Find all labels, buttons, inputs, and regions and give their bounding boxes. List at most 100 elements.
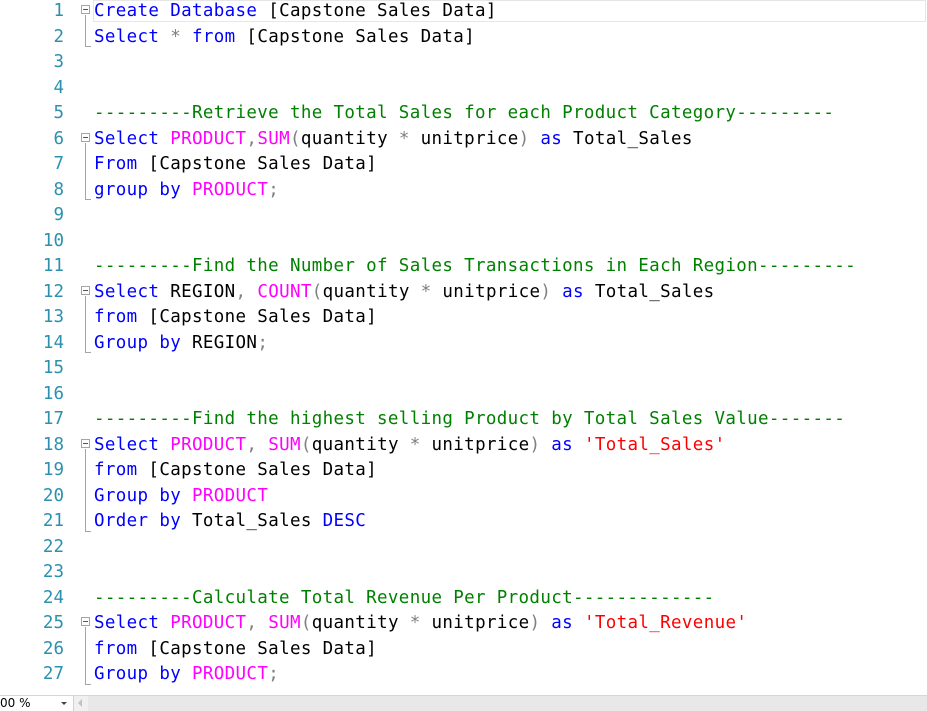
- code-text: from [Capstone Sales Data]: [94, 305, 377, 331]
- code-token: DESC: [322, 511, 367, 531]
- horizontal-scrollbar[interactable]: [88, 696, 927, 711]
- code-line[interactable]: 20 Group by PRODUCT: [0, 484, 927, 510]
- code-line[interactable]: 4: [0, 76, 927, 102]
- scroll-left-arrow-icon[interactable]: [78, 699, 82, 707]
- code-line[interactable]: 15: [0, 356, 927, 382]
- code-line[interactable]: 24 ---------Calculate Total Revenue Per P…: [0, 586, 927, 612]
- code-line[interactable]: 19 from [Capstone Sales Data]: [0, 458, 927, 484]
- line-number: 15: [42, 358, 64, 378]
- code-line[interactable]: 17 ---------Find the highest selling Prod…: [0, 407, 927, 433]
- collapse-region-icon[interactable]: [81, 617, 90, 626]
- region-guide-line: [85, 295, 86, 352]
- sql-query-editor[interactable]: 1 Create Database [Capstone Sales Data] 2 S…: [0, 0, 927, 695]
- zoom-dropdown[interactable]: 00 %: [0, 696, 74, 711]
- code-token: by: [159, 179, 182, 200]
- code-token: SUM: [268, 613, 301, 633]
- line-number: 23: [42, 562, 64, 582]
- line-number: 2: [53, 26, 64, 47]
- code-token: Create: [94, 1, 160, 21]
- collapse-region-icon[interactable]: [81, 132, 90, 142]
- code-line[interactable]: 3: [0, 50, 927, 76]
- code-token: Group: [94, 332, 149, 353]
- code-line[interactable]: 18 Select PRODUCT, SUM(quantity * unitpri…: [0, 433, 927, 459]
- code-text: Select * from [Capstone Sales Data]: [94, 25, 475, 51]
- code-token: PRODUCT: [170, 613, 247, 633]
- code-line[interactable]: 27 Group by PRODUCT;: [0, 662, 927, 688]
- code-line[interactable]: 6 Select PRODUCT,SUM(quantity * unitprice…: [0, 127, 927, 153]
- region-guide-line: [85, 627, 86, 684]
- code-token: (: [300, 613, 312, 633]
- line-number: 8: [53, 179, 64, 200]
- line-number: 19: [42, 460, 64, 480]
- code-token: [Capstone Sales Data]: [257, 1, 497, 21]
- code-token: Select: [94, 281, 160, 302]
- code-token: *: [420, 281, 432, 302]
- code-token: ): [529, 434, 541, 455]
- collapse-region-icon[interactable]: [81, 5, 90, 14]
- code-line[interactable]: 16: [0, 382, 927, 408]
- code-token: quantity: [300, 128, 399, 149]
- code-line[interactable]: 14 Group by REGION;: [0, 331, 927, 357]
- collapse-region-icon[interactable]: [81, 438, 90, 448]
- code-line[interactable]: 26 from [Capstone Sales Data]: [0, 637, 927, 663]
- code-token: [Capstone Sales Data]: [137, 460, 378, 480]
- line-number: 13: [42, 307, 64, 327]
- code-token: [Capstone Sales Data]: [137, 154, 378, 174]
- code-line[interactable]: 2 Select * from [Capstone Sales Data]: [0, 25, 927, 51]
- region-guide-end: [85, 530, 91, 532]
- code-line[interactable]: 13 from [Capstone Sales Data]: [0, 305, 927, 331]
- code-text: group by PRODUCT;: [94, 178, 279, 204]
- code-token: as: [551, 613, 574, 633]
- code-line[interactable]: 10: [0, 229, 927, 255]
- code-line[interactable]: 22: [0, 535, 927, 561]
- code-line[interactable]: 11 ---------Find the Number of Sales Tran…: [0, 254, 927, 280]
- region-guide-end: [85, 46, 91, 47]
- code-token: [Capstone Sales Data]: [235, 26, 476, 47]
- code-token: (: [311, 281, 323, 302]
- line-number: 14: [42, 332, 64, 353]
- code-line[interactable]: 7 From [Capstone Sales Data]: [0, 152, 927, 178]
- code-text: ---------Retrieve the Total Sales for ea…: [94, 101, 834, 127]
- code-token: by: [159, 485, 182, 506]
- region-guide-line: [85, 142, 86, 199]
- collapse-region-icon[interactable]: [81, 285, 90, 295]
- code-token: ,: [246, 613, 258, 633]
- code-text: Select PRODUCT,SUM(quantity * unitprice)…: [94, 127, 693, 153]
- code-token: ,: [235, 281, 247, 302]
- region-guide-line: [85, 448, 86, 531]
- code-line[interactable]: 21 Order by Total_Sales DESC: [0, 509, 927, 535]
- code-line[interactable]: 1 Create Database [Capstone Sales Data]: [0, 0, 927, 25]
- code-line[interactable]: 5 ---------Retrieve the Total Sales for e…: [0, 101, 927, 127]
- code-line[interactable]: 9: [0, 203, 927, 229]
- code-text: Group by PRODUCT;: [94, 662, 279, 688]
- code-token: Total_Sales: [583, 281, 715, 302]
- code-token: as: [540, 128, 563, 149]
- code-token: from: [192, 26, 236, 47]
- code-token: SUM: [257, 128, 290, 149]
- code-text: Group by PRODUCT: [94, 484, 268, 510]
- code-line[interactable]: 12 Select REGION, COUNT(quantity * unitpr…: [0, 280, 927, 306]
- code-line[interactable]: 23: [0, 560, 927, 586]
- code-token: by: [159, 332, 182, 353]
- code-token: PRODUCT: [170, 128, 247, 149]
- code-line[interactable]: 8 group by PRODUCT;: [0, 178, 927, 204]
- code-token: Select: [94, 128, 160, 149]
- code-line[interactable]: 25 Select PRODUCT, SUM(quantity * unitpri…: [0, 611, 927, 637]
- code-token: Database: [170, 1, 258, 21]
- code-token: quantity: [311, 613, 410, 633]
- region-guide-end: [85, 199, 91, 200]
- code-token: ): [540, 281, 552, 302]
- line-number: 4: [53, 77, 64, 98]
- code-text: Order by Total_Sales DESC: [94, 509, 366, 535]
- line-number: 17: [42, 409, 64, 429]
- code-text: ---------Find the Number of Sales Transa…: [94, 254, 856, 280]
- code-token: PRODUCT: [192, 664, 269, 684]
- code-token: unitprice: [431, 281, 541, 302]
- chevron-down-icon: [61, 702, 67, 705]
